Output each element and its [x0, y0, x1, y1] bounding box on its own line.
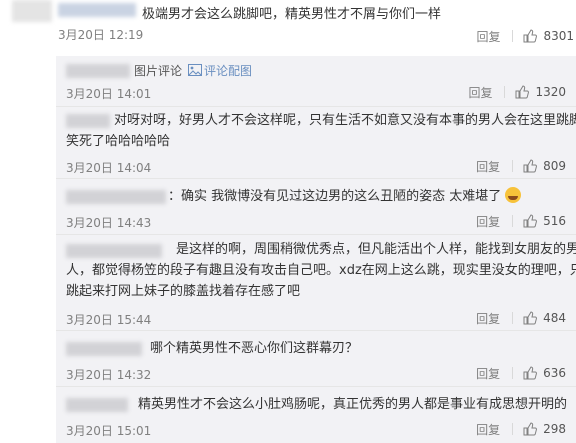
reply-button[interactable]: 回复: [476, 28, 500, 45]
username-blurred[interactable]: [66, 244, 162, 258]
username-blurred[interactable]: [66, 398, 128, 412]
username-blurred[interactable]: [58, 3, 136, 17]
thumb-up-icon[interactable]: [523, 311, 538, 325]
like-count: 516: [543, 214, 566, 228]
username-blurred[interactable]: [66, 114, 110, 128]
reply-text: 精英男性才不会这么小肚鸡肠呢，真正优秀的男人都是事业有成思想开明的: [138, 397, 568, 412]
list-item: ：确实 我微博没有见过这边男的这么丑陋的姿态 太难堪了 3月20日 14:43 …: [56, 178, 576, 234]
username-blurred[interactable]: [66, 342, 142, 356]
like-count: 8301: [543, 29, 574, 43]
reply-actions: 回复 636: [476, 364, 566, 382]
comment-date: 3月20日 12:19: [58, 28, 144, 42]
reply-text-line: 笑死了哈哈哈哈哈: [66, 134, 171, 149]
reply-button[interactable]: 回复: [476, 365, 500, 382]
reply-button[interactable]: 回复: [476, 213, 500, 230]
divider: [512, 160, 514, 172]
grin-sweat-emoji: [505, 187, 522, 203]
username-blurred[interactable]: [66, 190, 166, 204]
reply-date: 3月20日 14:04: [66, 161, 152, 175]
reply-text-line: 对呀对呀，好男人才不会这样呢，只有生活不如意又没有本事的男人会在这里跳脚，: [114, 113, 576, 128]
reply-text: 哪个精英男性不恶心你们这群幕刃？: [150, 341, 359, 356]
reply-text-line: 跳起来打网上妹子的膝盖找着存在感了吧: [66, 284, 301, 299]
reply-button[interactable]: 回复: [468, 84, 492, 101]
divider: [512, 215, 514, 227]
like-count: 484: [543, 311, 566, 325]
like-count: 809: [543, 159, 566, 173]
reply-list: 图片评论 评论配图 3月20日 14:01 回复 1320 对呀对呀，好男人才不…: [56, 56, 576, 443]
thumb-up-icon[interactable]: [523, 366, 538, 380]
divider: [512, 312, 514, 324]
reply-text: ：确实 我微博没有见过这边男的这么丑陋的姿态 太难堪了: [168, 186, 522, 207]
like-count: 1320: [535, 85, 566, 99]
list-item: 图片评论 评论配图 3月20日 14:01 回复 1320: [56, 56, 576, 106]
comment-text: 极端男才会这么跳脚吧，精英男性才不屑与你们一样: [142, 7, 442, 22]
comment-actions: 回复 8301: [476, 27, 574, 45]
reply-date: 3月20日 15:01: [66, 424, 152, 438]
list-item: 是这样的啊，周围稍微优秀点，但凡能活出个人样，能找到女朋友的男 人，都觉得杨笠的…: [56, 234, 576, 330]
list-item: 精英男性才不会这么小肚鸡肠呢，真正优秀的男人都是事业有成思想开明的 3月20日 …: [56, 386, 576, 443]
list-item: 对呀对呀，好男人才不会这样呢，只有生活不如意又没有本事的男人会在这里跳脚， 笑死…: [56, 106, 576, 178]
thumb-up-icon[interactable]: [523, 214, 538, 228]
divider: [512, 367, 514, 379]
thumb-up-icon[interactable]: [515, 85, 530, 99]
like-count: 298: [543, 422, 566, 436]
reply-date: 3月20日 15:44: [66, 313, 152, 327]
view-picture-link[interactable]: 评论配图: [204, 62, 252, 79]
list-item: 哪个精英男性不恶心你们这群幕刃？ 3月20日 14:32 回复 636: [56, 330, 576, 386]
reply-date: 3月20日 14:32: [66, 368, 152, 382]
reply-date: 3月20日 14:43: [66, 216, 152, 230]
reply-date: 3月20日 14:01: [66, 87, 152, 101]
picture-comment-label: 图片评论: [134, 64, 183, 78]
like-count: 636: [543, 366, 566, 380]
divider: [512, 423, 514, 435]
reply-button[interactable]: 回复: [476, 421, 500, 438]
thumb-up-icon[interactable]: [523, 422, 538, 436]
reply-button[interactable]: 回复: [476, 310, 500, 327]
divider: [504, 86, 506, 98]
reply-button[interactable]: 回复: [476, 158, 500, 175]
reply-actions: 回复 298: [476, 420, 566, 438]
thumb-up-icon[interactable]: [523, 159, 538, 173]
reply-text-content: ：确实 我微博没有见过这边男的这么丑陋的姿态 太难堪了: [168, 189, 502, 204]
thumb-up-icon[interactable]: [523, 29, 538, 43]
reply-actions: 回复 1320: [468, 83, 566, 101]
reply-actions: 回复 484: [476, 309, 566, 327]
reply-actions: 回复 516: [476, 212, 566, 230]
reply-text-line: 是这样的啊，周围稍微优秀点，但凡能活出个人样，能找到女朋友的男: [176, 242, 576, 257]
avatar[interactable]: [12, 0, 52, 22]
picture-icon: [188, 64, 202, 76]
reply-actions: 回复 809: [476, 157, 566, 175]
divider: [512, 30, 514, 42]
username-blurred[interactable]: [66, 64, 130, 78]
reply-text-line: 人，都觉得杨笠的段子有趣且没有攻击自己吧。xdz在网上这么跳，现实里没女的理吧，…: [66, 263, 576, 278]
main-comment: 极端男才会这么跳脚吧，精英男性才不屑与你们一样 3月20日 12:19 回复 8…: [0, 0, 576, 48]
